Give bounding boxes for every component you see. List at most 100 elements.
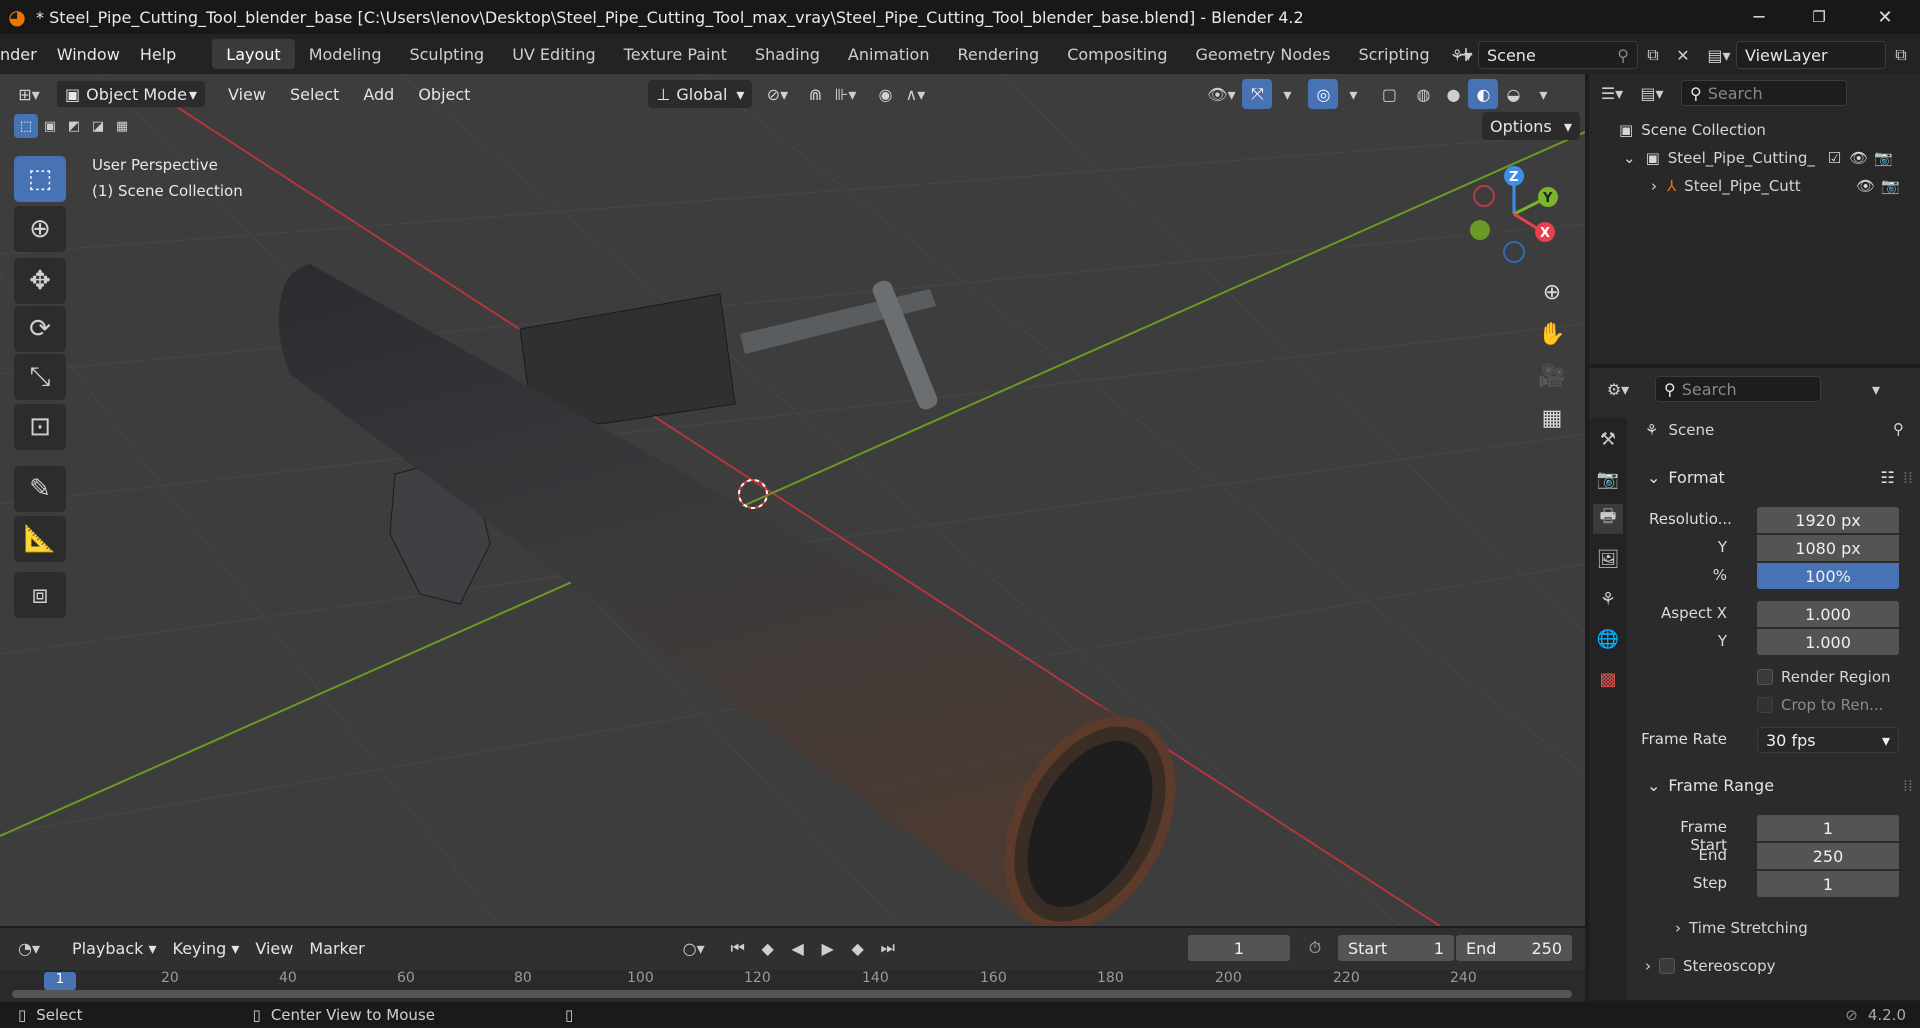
menu-select[interactable]: Select <box>282 79 347 109</box>
world-tab-icon[interactable]: 🌐 <box>1593 624 1623 654</box>
overlay-toggle-icon[interactable]: ◎ <box>1308 79 1339 109</box>
outliner-editor-type-icon[interactable]: ☰▾ <box>1597 78 1627 108</box>
play-reverse-icon[interactable]: ◀ <box>783 933 813 963</box>
resolution-y-field[interactable]: 1080 px <box>1757 535 1899 561</box>
viewlayer-name-field[interactable]: ViewLayer <box>1736 41 1886 69</box>
tab-texture-paint[interactable]: Texture Paint <box>610 39 741 69</box>
aspect-x-field[interactable]: 1.000 <box>1757 601 1899 627</box>
view-layer-tab-icon[interactable]: 🖼 <box>1593 544 1623 574</box>
outliner-row-object[interactable]: › ⅄ Steel_Pipe_Cutt 👁 📷 <box>1589 172 1920 200</box>
measure-tool[interactable]: 📐 <box>14 516 66 562</box>
outliner-row-scene-collection[interactable]: ▣ Scene Collection <box>1589 116 1920 144</box>
select-new-icon[interactable]: ⬚ <box>14 114 38 138</box>
outliner-search-input[interactable]: ⚲ Search <box>1681 80 1847 106</box>
expand-chevron-icon[interactable]: › <box>1651 177 1657 195</box>
jump-keyframe-back-icon[interactable]: ◆ <box>753 933 783 963</box>
gizmo-dropdown-icon[interactable]: ▾ <box>1272 79 1302 109</box>
frame-start-field[interactable]: 1 <box>1757 815 1899 841</box>
wireframe-shading-icon[interactable]: ◍ <box>1408 79 1438 109</box>
camera-view-icon[interactable]: 🎥 <box>1532 356 1572 396</box>
camera-icon[interactable]: 📷 <box>1874 149 1893 167</box>
menu-add[interactable]: Add <box>355 79 402 109</box>
navigation-gizmo[interactable]: Z Y X <box>1470 166 1558 263</box>
aspect-y-field[interactable]: 1.000 <box>1757 629 1899 655</box>
scene-tab-icon[interactable]: ⚘ <box>1593 584 1623 614</box>
snap-icon[interactable]: ⋒ <box>800 79 830 109</box>
menu-view[interactable]: View <box>220 79 274 109</box>
menu-window[interactable]: Window <box>47 34 130 74</box>
outliner-row-collection[interactable]: ⌄ ▣ Steel_Pipe_Cutting_ ☑ 👁 📷 <box>1589 144 1920 172</box>
render-tab-icon[interactable]: 📷 <box>1593 464 1623 494</box>
render-region-checkbox[interactable]: Render Region <box>1757 666 1891 688</box>
timeline-start-field[interactable]: Start 1 <box>1338 935 1454 961</box>
menu-render[interactable]: nder <box>0 34 47 74</box>
timeline-editor-type-icon[interactable]: ◔▾ <box>14 933 44 963</box>
delete-scene-icon[interactable]: ✕ <box>1668 40 1698 70</box>
tab-shading[interactable]: Shading <box>741 39 834 69</box>
add-cube-tool[interactable]: ⧈ <box>14 572 66 618</box>
drag-handle-icon[interactable]: ⁞⁞ <box>1903 776 1913 795</box>
close-button[interactable]: ✕ <box>1856 0 1914 34</box>
move-tool[interactable]: ✥ <box>14 258 66 304</box>
delete-viewlayer-icon[interactable]: ✕ <box>1916 40 1920 70</box>
expand-chevron-icon[interactable]: ⌄ <box>1623 149 1636 167</box>
checkbox-icon[interactable]: ☑ <box>1828 149 1841 167</box>
tab-modeling[interactable]: Modeling <box>295 39 396 69</box>
tool-tab-icon[interactable]: ⚒ <box>1593 424 1623 454</box>
annotate-tool[interactable]: ✎ <box>14 466 66 512</box>
ortho-grid-icon[interactable]: ▦ <box>1532 398 1572 438</box>
mode-selector[interactable]: ▣ Object Mode ▾ <box>56 80 206 108</box>
resolution-x-field[interactable]: 1920 px <box>1757 507 1899 533</box>
select-box-tool[interactable]: ⬚ <box>14 156 66 202</box>
properties-search-input[interactable]: ⚲ Search <box>1655 376 1821 402</box>
jump-end-icon[interactable]: ⏭ <box>873 933 903 963</box>
xray-toggle-icon[interactable]: ▢ <box>1374 79 1404 109</box>
menu-help[interactable]: Help <box>130 34 186 74</box>
menu-marker[interactable]: Marker <box>301 933 372 963</box>
pivot-point-icon[interactable]: ⊘▾ <box>762 79 792 109</box>
checkbox-icon[interactable] <box>1757 697 1773 713</box>
proportional-edit-icon[interactable]: ◉ <box>870 79 900 109</box>
scale-tool[interactable]: ⤡ <box>14 354 66 400</box>
select-extend-icon[interactable]: ▣ <box>38 114 62 138</box>
3d-viewport[interactable]: Z Y X ⊞▾ ▣ Object Mode ▾ View Select Add O… <box>0 74 1585 926</box>
pin-icon[interactable]: ⚲ <box>1617 46 1629 65</box>
overlay-dropdown-icon[interactable]: ▾ <box>1338 79 1368 109</box>
tab-geometry-nodes[interactable]: Geometry Nodes <box>1181 39 1344 69</box>
select-subtract-icon[interactable]: ◩ <box>62 114 86 138</box>
menu-timeline-view[interactable]: View <box>247 933 301 963</box>
time-stretching-subpanel[interactable]: › Time Stretching <box>1675 916 1808 940</box>
shading-dropdown-icon[interactable]: ▾ <box>1528 79 1558 109</box>
minimize-button[interactable]: ─ <box>1730 0 1788 34</box>
jump-start-icon[interactable]: ⏮ <box>723 933 753 963</box>
timeline-scrollbar[interactable] <box>12 990 1572 998</box>
visibility-icon[interactable]: 👁▾ <box>1206 79 1236 109</box>
transform-orientation-selector[interactable]: ⊥ Global ▾ <box>648 80 753 108</box>
frame-step-field[interactable]: 1 <box>1757 871 1899 897</box>
properties-dropdown-icon[interactable]: ▾ <box>1861 374 1891 404</box>
tab-animation[interactable]: Animation <box>834 39 944 69</box>
material-preview-shading-icon[interactable]: ◐ <box>1468 79 1499 109</box>
frame-range-panel-header[interactable]: ⌄ Frame Range ⁞⁞ <box>1641 768 1913 802</box>
drag-handle-icon[interactable]: ⁞⁞ <box>1903 468 1913 487</box>
menu-playback[interactable]: Playback ▾ <box>64 933 165 963</box>
zoom-icon[interactable]: ⊕ <box>1532 272 1572 312</box>
transform-tool[interactable]: ⊡ <box>14 404 66 450</box>
checkbox-icon[interactable] <box>1659 958 1675 974</box>
menu-object[interactable]: Object <box>410 79 478 109</box>
properties-editor-type-icon[interactable]: ⚙▾ <box>1603 374 1633 404</box>
eye-icon[interactable]: 👁 <box>1849 149 1868 167</box>
playhead[interactable]: 1 <box>44 972 76 990</box>
preset-list-icon[interactable]: ☷ <box>1880 468 1894 487</box>
frame-end-field[interactable]: 250 <box>1757 843 1899 869</box>
tab-uv-editing[interactable]: UV Editing <box>498 39 609 69</box>
display-mode-icon[interactable]: ▤▾ <box>1637 78 1667 108</box>
solid-shading-icon[interactable]: ● <box>1438 79 1468 109</box>
timeline-end-field[interactable]: End 250 <box>1456 935 1572 961</box>
viewlayer-selector-icon[interactable]: ▤▾ <box>1704 40 1734 70</box>
editor-type-icon[interactable]: ⊞▾ <box>14 79 44 109</box>
falloff-icon[interactable]: ∧▾ <box>900 79 930 109</box>
cursor-tool[interactable]: ⊕ <box>14 206 66 252</box>
menu-keying[interactable]: Keying ▾ <box>165 933 248 963</box>
tab-sculpting[interactable]: Sculpting <box>395 39 498 69</box>
